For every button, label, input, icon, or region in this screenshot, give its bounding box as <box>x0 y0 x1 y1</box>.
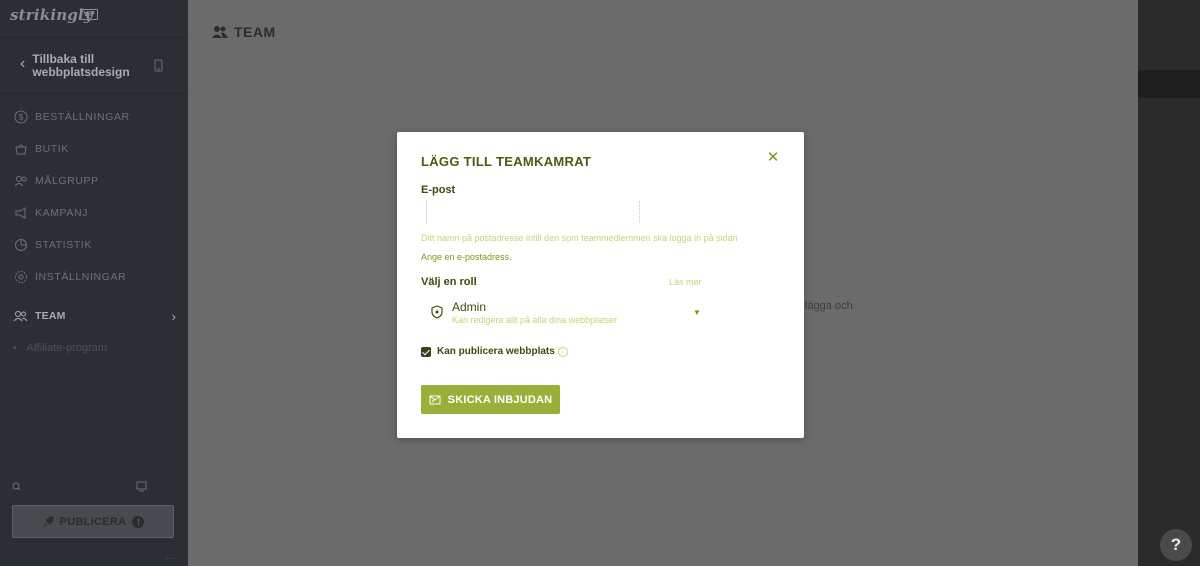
sidebar-sub-label: Affiliate-program <box>26 342 108 354</box>
email-hint: Ditt namn på postadresse intill den som … <box>421 233 738 243</box>
sidebar-item-label: Kampanj <box>35 207 89 219</box>
read-more-link[interactable]: Läs mer <box>669 277 702 287</box>
chevron-down-icon: ▼ <box>693 308 701 317</box>
sidebar-item-orders[interactable]: $ Beställningar <box>0 106 188 128</box>
team-icon <box>212 26 228 38</box>
sidebar-item-affiliate[interactable]: • Affiliate-program <box>13 342 107 354</box>
right-panel <box>1138 0 1200 566</box>
bullet-icon: • <box>13 342 17 354</box>
sidebar-item-campaign[interactable]: Kampanj <box>0 202 188 224</box>
mobile-preview-icon[interactable] <box>153 59 164 72</box>
send-mail-icon <box>429 395 441 404</box>
role-description: Kan redigera allt på alla dina webbplats… <box>452 315 618 325</box>
publish-permission-checkbox[interactable] <box>421 347 431 357</box>
sidebar-item-label: Målgrupp <box>35 175 99 187</box>
sidebar-item-label: Butik <box>35 143 69 155</box>
role-label: Välj en roll <box>421 276 477 288</box>
sidebar-item-settings[interactable]: Inställningar <box>0 266 188 288</box>
page-title: TEAM <box>234 24 276 40</box>
sidebar-item-team[interactable]: TEAM › <box>0 305 188 327</box>
send-invite-label: SKICKA INBJUDAN <box>447 393 553 406</box>
sidebar-item-label: Statistik <box>35 239 92 251</box>
add-teammate-modal: LÄGG TILL TEAMKAMRAT ✕ E-post Ditt namn … <box>397 132 804 438</box>
warning-icon: ! <box>132 515 145 528</box>
search-icon <box>12 482 21 491</box>
role-select[interactable]: Admin Kan redigera allt på alla dina web… <box>421 295 709 329</box>
dollar-icon: $ <box>13 110 28 125</box>
divider <box>0 93 188 94</box>
sidebar-item-shop[interactable]: Butik <box>0 138 188 160</box>
team-icon <box>13 309 28 324</box>
sidebar-item-label: TEAM <box>35 310 66 322</box>
more-icon[interactable]: ··· <box>165 553 175 564</box>
back-to-site-design-link[interactable]: ‹ Tillbaka till webbplatsdesign <box>20 53 142 79</box>
megaphone-icon <box>13 206 28 221</box>
shop-icon <box>13 142 28 157</box>
sidebar: strikingly VIP ‹ Tillbaka till webbplats… <box>0 0 188 566</box>
sidebar-item-audience[interactable]: Målgrupp <box>0 170 188 192</box>
checkbox-label: Kan publicera webbplats <box>437 346 555 357</box>
email-label: E-post <box>421 184 456 196</box>
publish-button[interactable]: PUBLICERA ! <box>12 505 174 538</box>
sidebar-item-label: Beställningar <box>35 111 130 123</box>
chevron-left-icon: ‹ <box>20 55 26 72</box>
publish-label: PUBLICERA <box>59 515 127 528</box>
audience-icon <box>13 174 28 189</box>
rocket-icon <box>43 516 54 526</box>
sidebar-item-statistics[interactable]: Statistik <box>0 234 188 256</box>
help-button[interactable]: ? <box>1160 529 1192 561</box>
modal-title: LÄGG TILL TEAMKAMRAT <box>421 154 592 169</box>
svg-text:$: $ <box>18 113 23 122</box>
panel-block <box>1138 70 1200 98</box>
sidebar-item-label: Inställningar <box>35 271 127 283</box>
desktop-preview-icon <box>136 481 147 492</box>
gear-icon <box>13 270 28 285</box>
page-header: TEAM <box>212 24 276 40</box>
role-name: Admin <box>452 300 487 314</box>
pie-chart-icon <box>13 238 28 253</box>
sidebar-tools <box>12 481 147 492</box>
background-text: lägga och <box>805 300 853 312</box>
shield-icon <box>431 305 443 319</box>
back-link-label: Tillbaka till webbplatsdesign <box>32 52 130 79</box>
email-error: Ange en e-postadress. <box>421 252 512 262</box>
chevron-right-icon: › <box>171 308 176 324</box>
info-icon[interactable]: i <box>558 347 568 357</box>
email-field[interactable] <box>426 201 640 223</box>
close-icon[interactable]: ✕ <box>766 150 780 165</box>
divider <box>0 37 188 38</box>
vip-badge: VIP <box>80 9 98 20</box>
send-invite-button[interactable]: SKICKA INBJUDAN <box>421 385 560 414</box>
